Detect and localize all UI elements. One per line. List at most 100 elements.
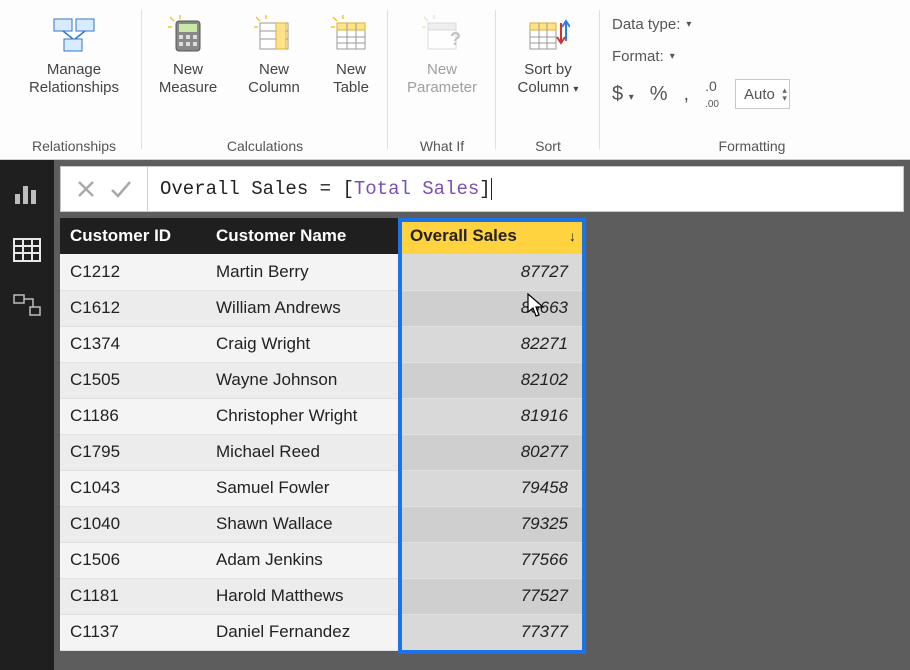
new-column-label: New Column <box>248 61 300 97</box>
ribbon-group-title-relationships: Relationships <box>10 135 138 157</box>
cell-id: C1137 <box>60 614 206 650</box>
cell-sales: 82271 <box>400 326 586 362</box>
new-column-button[interactable]: New Column <box>234 10 314 100</box>
cell-name: Samuel Fowler <box>206 470 400 506</box>
chevron-down-icon: ▾ <box>629 92 634 103</box>
cell-id: C1186 <box>60 398 206 434</box>
ribbon-group-whatif: ? New Parameter What If <box>388 0 496 159</box>
ribbon: Manage Relationships Relationships New M… <box>0 0 910 160</box>
cell-name: Martin Berry <box>206 254 400 290</box>
currency-format-button[interactable]: $ ▾ <box>612 83 634 106</box>
cell-id: C1795 <box>60 434 206 470</box>
table-row[interactable]: C1506Adam Jenkins77566 <box>60 542 586 578</box>
chevron-down-icon: ▾ <box>670 51 675 62</box>
format-dropdown[interactable]: Format: ▾ <box>612 42 892 70</box>
datatype-dropdown[interactable]: Data type: ▾ <box>612 10 892 38</box>
view-rail <box>0 160 54 670</box>
percent-format-button[interactable]: % <box>650 83 668 106</box>
sort-by-column-button[interactable]: Sort by Column ▾ <box>500 10 596 100</box>
column-header-id[interactable]: Customer ID <box>60 218 206 254</box>
cell-name: Wayne Johnson <box>206 362 400 398</box>
ribbon-group-title-whatif: What If <box>392 135 492 157</box>
table-icon <box>13 238 41 262</box>
cell-name: Adam Jenkins <box>206 542 400 578</box>
cell-id: C1374 <box>60 326 206 362</box>
ribbon-group-title-sort: Sort <box>500 135 596 157</box>
model-icon <box>13 294 41 318</box>
formula-input[interactable]: Overall Sales = [Total Sales] <box>148 178 492 200</box>
commit-icon[interactable] <box>109 178 133 200</box>
table-row[interactable]: C1043Samuel Fowler79458 <box>60 470 586 506</box>
decimal-decrease-icon[interactable]: .0.00 <box>705 78 719 110</box>
formula-reference: Total Sales <box>354 178 479 200</box>
cell-id: C1043 <box>60 470 206 506</box>
table-row[interactable]: C1186Christopher Wright81916 <box>60 398 586 434</box>
report-view-button[interactable] <box>11 178 43 210</box>
cell-name: Shawn Wallace <box>206 506 400 542</box>
format-label: Format: <box>612 48 664 65</box>
new-table-icon <box>331 15 371 55</box>
cell-sales: 77527 <box>400 578 586 614</box>
ribbon-group-title-calculations: Calculations <box>146 135 384 157</box>
table-row[interactable]: C1795Michael Reed80277 <box>60 434 586 470</box>
ribbon-group-calculations: New Measure New Column <box>142 0 388 159</box>
new-measure-button[interactable]: New Measure <box>146 10 230 100</box>
table-row[interactable]: C1137Daniel Fernandez77377 <box>60 614 586 650</box>
formula-equals: = <box>308 178 342 200</box>
bar-chart-icon <box>13 182 41 206</box>
spinner-icon[interactable]: ▴▾ <box>782 80 787 108</box>
datatype-label: Data type: <box>612 16 680 33</box>
table-row[interactable]: C1612William Andrews86663 <box>60 290 586 326</box>
formula-bar: Overall Sales = [Total Sales] <box>60 166 904 212</box>
cell-sales: 81916 <box>400 398 586 434</box>
calculator-icon <box>168 15 208 55</box>
new-parameter-button: ? New Parameter <box>392 10 492 100</box>
parameter-icon: ? <box>422 15 462 55</box>
cell-name: Christopher Wright <box>206 398 400 434</box>
comma-format-button[interactable]: , <box>684 83 690 106</box>
column-header-sales[interactable]: Overall Sales ↓ <box>400 218 586 254</box>
chevron-down-icon: ▾ <box>686 19 691 30</box>
cell-name: William Andrews <box>206 290 400 326</box>
precision-value: Auto <box>744 86 775 103</box>
new-table-button[interactable]: New Table <box>318 10 384 100</box>
svg-text:?: ? <box>450 29 461 49</box>
cell-sales: 79458 <box>400 470 586 506</box>
relationships-icon <box>50 15 98 55</box>
column-header-name[interactable]: Customer Name <box>206 218 400 254</box>
table-row[interactable]: C1181Harold Matthews77527 <box>60 578 586 614</box>
table-row[interactable]: C1040Shawn Wallace79325 <box>60 506 586 542</box>
new-measure-label: New Measure <box>159 61 217 97</box>
cell-sales: 86663 <box>400 290 586 326</box>
ribbon-group-title-formatting: Formatting <box>604 135 900 157</box>
table-row[interactable]: C1505Wayne Johnson82102 <box>60 362 586 398</box>
cell-id: C1040 <box>60 506 206 542</box>
table-row[interactable]: C1212Martin Berry87727 <box>60 254 586 290</box>
cell-sales: 82102 <box>400 362 586 398</box>
cancel-icon[interactable] <box>75 178 97 200</box>
cell-id: C1506 <box>60 542 206 578</box>
data-view-button[interactable] <box>11 234 43 266</box>
content-area: Overall Sales = [Total Sales] Customer I… <box>54 160 910 670</box>
cell-sales: 80277 <box>400 434 586 470</box>
cell-sales: 77377 <box>400 614 586 650</box>
ribbon-group-relationships: Manage Relationships Relationships <box>6 0 142 159</box>
ribbon-group-formatting: Data type: ▾ Format: ▾ $ ▾ % , .0.00 Aut… <box>600 0 904 159</box>
formula-measure-name: Overall Sales <box>160 178 308 200</box>
cell-sales: 79325 <box>400 506 586 542</box>
cell-id: C1212 <box>60 254 206 290</box>
cell-name: Craig Wright <box>206 326 400 362</box>
cell-id: C1612 <box>60 290 206 326</box>
sort-desc-icon: ↓ <box>569 228 576 244</box>
ribbon-group-sort: Sort by Column ▾ Sort <box>496 0 600 159</box>
sort-icon <box>526 15 570 55</box>
cell-name: Harold Matthews <box>206 578 400 614</box>
model-view-button[interactable] <box>11 290 43 322</box>
text-caret <box>491 178 492 200</box>
new-table-label: New Table <box>333 61 369 97</box>
cell-id: C1181 <box>60 578 206 614</box>
cell-name: Michael Reed <box>206 434 400 470</box>
precision-input[interactable]: Auto ▴▾ <box>735 79 790 109</box>
table-row[interactable]: C1374Craig Wright82271 <box>60 326 586 362</box>
manage-relationships-button[interactable]: Manage Relationships <box>10 10 138 100</box>
